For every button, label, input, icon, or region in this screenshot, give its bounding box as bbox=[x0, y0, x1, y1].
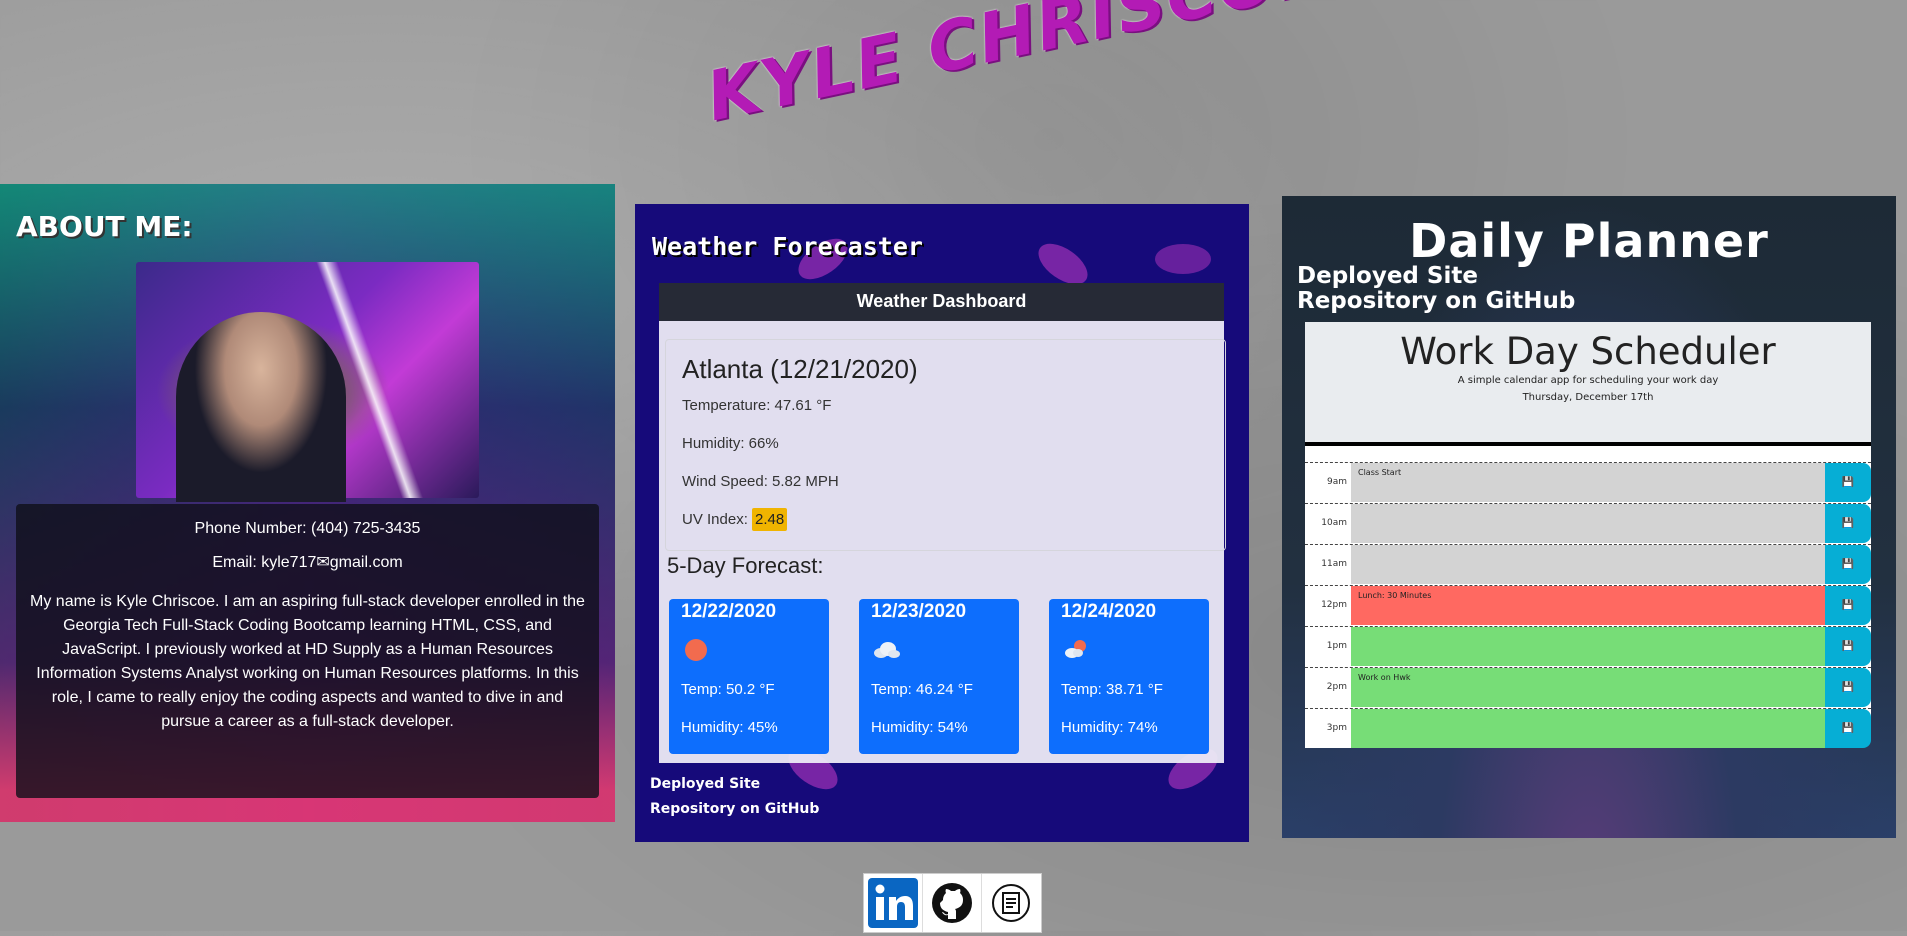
scheduler-title: Work Day Scheduler bbox=[1400, 330, 1776, 373]
hour-label: 3pm bbox=[1305, 709, 1351, 748]
save-button: 💾 bbox=[1825, 668, 1871, 707]
event-text: Lunch: 30 Minutes bbox=[1351, 586, 1825, 625]
uv-badge: 2.48 bbox=[752, 508, 788, 531]
planner-heading: Daily Planner bbox=[1409, 214, 1769, 268]
current-weather: Atlanta (12/21/2020) Temperature: 47.61 … bbox=[665, 339, 1226, 551]
event-text bbox=[1351, 627, 1825, 666]
time-block: 3pm 💾 bbox=[1305, 708, 1871, 749]
pattern-leaf bbox=[1155, 244, 1211, 274]
forecast-humidity: Humidity: 54% bbox=[871, 719, 968, 736]
scheduler-header: Work Day Scheduler A simple calendar app… bbox=[1305, 322, 1871, 446]
planner-repo-link[interactable]: Repository on GitHub bbox=[1297, 289, 1575, 314]
time-blocks: 9am Class Start 💾 10am 💾 11am 💾 12pm Lun… bbox=[1305, 462, 1871, 749]
forecast-date: 12/23/2020 bbox=[871, 601, 967, 622]
event-text bbox=[1351, 545, 1825, 584]
forecast-temp: Temp: 50.2 °F bbox=[681, 681, 775, 698]
email: Email: kyle717✉gmail.com bbox=[212, 554, 403, 571]
sun-icon bbox=[685, 639, 707, 661]
github-icon bbox=[932, 883, 972, 923]
save-button: 💾 bbox=[1825, 463, 1871, 502]
weather-project-card: Weather Forecaster Weather Dashboard Atl… bbox=[635, 204, 1249, 842]
time-block: 1pm 💾 bbox=[1305, 626, 1871, 667]
forecast-card: 12/23/2020 Temp: 46.24 °F Humidity: 54% bbox=[859, 599, 1019, 754]
linkedin-icon bbox=[868, 878, 918, 928]
time-block: 9am Class Start 💾 bbox=[1305, 462, 1871, 503]
hour-label: 11am bbox=[1305, 545, 1351, 584]
bio-text: My name is Kyle Chriscoe. I am an aspiri… bbox=[30, 593, 585, 730]
profile-figure bbox=[176, 312, 346, 502]
event-text: Class Start bbox=[1351, 463, 1825, 502]
resume-link[interactable] bbox=[982, 874, 1040, 932]
weather-links: Deployed Site Repository on GitHub bbox=[650, 772, 819, 822]
forecast-card: 12/24/2020 Temp: 38.71 °F Humidity: 74% bbox=[1049, 599, 1209, 754]
humidity: Humidity: 66% bbox=[682, 435, 779, 452]
about-info-panel: Phone Number: (404) 725-3435 Email: kyle… bbox=[16, 504, 599, 798]
about-heading: ABOUT ME: bbox=[16, 210, 193, 243]
site-title: KYLE CHRISCOE bbox=[700, 0, 1332, 138]
forecast-humidity: Humidity: 45% bbox=[681, 719, 778, 736]
time-block: 10am 💾 bbox=[1305, 503, 1871, 544]
save-button: 💾 bbox=[1825, 627, 1871, 666]
forecast-temp: Temp: 38.71 °F bbox=[1061, 681, 1163, 698]
hour-label: 12pm bbox=[1305, 586, 1351, 625]
save-button: 💾 bbox=[1825, 586, 1871, 625]
resume-icon bbox=[992, 884, 1030, 922]
save-button: 💾 bbox=[1825, 545, 1871, 584]
scheduler-date: Thursday, December 17th bbox=[1522, 392, 1654, 403]
event-text bbox=[1351, 709, 1825, 748]
weather-deployed-link[interactable]: Deployed Site bbox=[650, 772, 819, 797]
social-links bbox=[863, 873, 1042, 933]
about-card: ABOUT ME: Phone Number: (404) 725-3435 E… bbox=[0, 184, 615, 822]
linkedin-link[interactable] bbox=[864, 874, 923, 932]
github-link[interactable] bbox=[923, 874, 982, 932]
forecast-temp: Temp: 46.24 °F bbox=[871, 681, 973, 698]
planner-deployed-link[interactable]: Deployed Site bbox=[1297, 264, 1575, 289]
weather-dashboard-screenshot: Weather Dashboard Atlanta (12/21/2020) T… bbox=[659, 283, 1226, 763]
save-button: 💾 bbox=[1825, 504, 1871, 543]
temperature: Temperature: 47.61 °F bbox=[682, 397, 832, 414]
time-block: 2pm Work on Hwk 💾 bbox=[1305, 667, 1871, 708]
cloud-icon bbox=[874, 642, 900, 658]
five-day-title: 5-Day Forecast: bbox=[667, 553, 824, 578]
event-text bbox=[1351, 504, 1825, 543]
profile-photo bbox=[136, 262, 479, 502]
partly-cloudy-icon bbox=[1065, 640, 1086, 658]
uv-label: UV Index: bbox=[682, 511, 748, 528]
dashboard-title: Weather Dashboard bbox=[659, 283, 1224, 321]
planner-project-card: Daily Planner Deployed Site Repository o… bbox=[1282, 196, 1896, 838]
event-text: Work on Hwk bbox=[1351, 668, 1825, 707]
time-block: 12pm Lunch: 30 Minutes 💾 bbox=[1305, 585, 1871, 626]
wind-speed: Wind Speed: 5.82 MPH bbox=[682, 473, 839, 490]
uv-index: UV Index: 2.48 bbox=[682, 508, 788, 531]
forecast-date: 12/24/2020 bbox=[1061, 601, 1157, 622]
time-block: 11am 💾 bbox=[1305, 544, 1871, 585]
planner-links: Deployed Site Repository on GitHub bbox=[1297, 264, 1575, 314]
forecast-date: 12/22/2020 bbox=[681, 601, 777, 622]
scheduler-subtitle: A simple calendar app for scheduling you… bbox=[1457, 375, 1719, 386]
hour-label: 9am bbox=[1305, 463, 1351, 502]
hour-label: 10am bbox=[1305, 504, 1351, 543]
hour-label: 1pm bbox=[1305, 627, 1351, 666]
hour-label: 2pm bbox=[1305, 668, 1351, 707]
weather-repo-link[interactable]: Repository on GitHub bbox=[650, 797, 819, 822]
forecast-humidity: Humidity: 74% bbox=[1061, 719, 1158, 736]
weather-heading: Weather Forecaster bbox=[652, 232, 923, 261]
city-date: Atlanta (12/21/2020) bbox=[682, 354, 918, 384]
phone-number: Phone Number: (404) 725-3435 bbox=[194, 520, 421, 537]
save-button: 💾 bbox=[1825, 709, 1871, 748]
scheduler-screenshot: Work Day Scheduler A simple calendar app… bbox=[1305, 322, 1871, 748]
forecast-card: 12/22/2020 Temp: 50.2 °F Humidity: 45% bbox=[669, 599, 829, 754]
